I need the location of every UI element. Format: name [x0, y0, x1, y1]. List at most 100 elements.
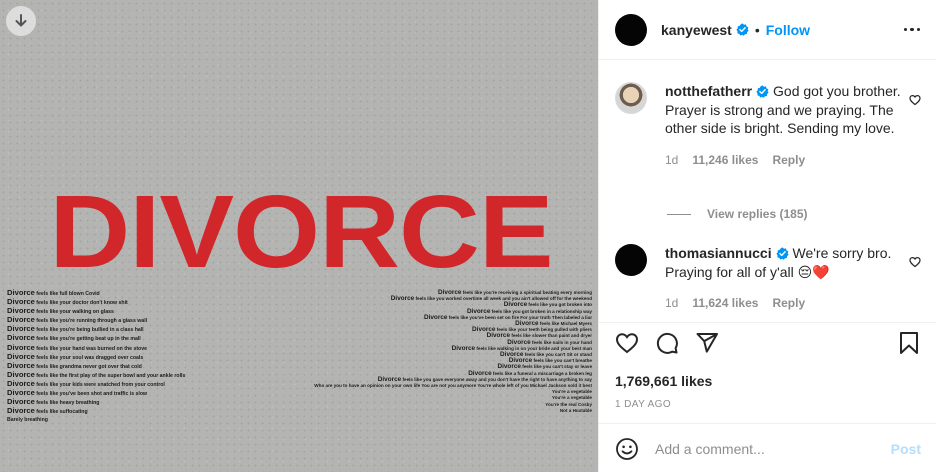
comment-time[interactable]: 1d — [665, 151, 678, 170]
post-author-username[interactable]: kanyewest — [661, 22, 732, 38]
poem-line-keyword: Divorce — [497, 363, 521, 371]
poem-line-text: feels like you've been shot and traffic … — [34, 391, 148, 398]
comment-username[interactable]: notthefatherr — [665, 83, 752, 99]
comment-item: thomasiannucci We're sorry bro. Praying … — [615, 244, 921, 313]
post-age[interactable]: 1 DAY AGO — [615, 399, 671, 410]
download-icon — [15, 14, 27, 27]
image-title: DIVORCE — [49, 174, 553, 290]
poem-line: Who are you to have an opinion on your o… — [274, 383, 592, 389]
poem-line-keyword: Divorce — [7, 324, 35, 334]
save-button[interactable] — [897, 331, 921, 355]
poem-line-keyword: Divorce — [507, 338, 531, 346]
avatar[interactable] — [615, 13, 647, 46]
comment-meta: 1d 11,246 likes Reply — [665, 151, 901, 170]
poem-line: Divorce feels like your walking on glass — [7, 307, 247, 316]
poem-line-text: You're a vegetable — [551, 389, 592, 395]
comment-item: notthefatherr God got you brother. Praye… — [615, 82, 921, 169]
comment-icon[interactable] — [655, 331, 679, 355]
action-icons — [615, 331, 719, 355]
poem-right-column: Divorce feels like you're receiving a sp… — [274, 289, 592, 414]
poem-line: Divorce feels like you're being bullied … — [7, 325, 247, 334]
poem-line-keyword: Divorce — [7, 378, 35, 388]
reply-button[interactable]: Reply — [772, 294, 805, 313]
verified-badge-icon — [756, 85, 769, 98]
poem-line: Divorce feels like you're running throug… — [7, 316, 247, 325]
more-options-icon[interactable] — [903, 27, 920, 32]
poem-line-keyword: Divorce — [468, 369, 492, 377]
comment-likes[interactable]: 11,246 likes — [692, 151, 758, 170]
comment-meta: 1d 11,624 likes Reply — [665, 294, 901, 313]
add-comment-input[interactable]: Add a comment... — [655, 441, 765, 457]
poem-line-text: feels like walking in on your bride and … — [475, 345, 592, 351]
poem-line-keyword: Divorce — [390, 295, 415, 303]
view-replies-label: View replies (185) — [707, 207, 808, 221]
poem-line-keyword: Divorce — [515, 320, 539, 328]
poem-line-text: feels like full blown Covid — [34, 291, 100, 297]
post-side-panel: kanyewest • Follow notthefatherr God got… — [598, 0, 936, 472]
poem-line-text: feels like your kids were snatched from … — [34, 381, 165, 388]
poem-line-text: You're the real Cosby — [545, 401, 592, 407]
poem-line: Divorce feels like you've been shot and … — [7, 388, 247, 398]
poem-left-column: Divorce feels like full blown Covid Divor… — [7, 288, 247, 424]
poem-line-text: feels like suffocating — [34, 409, 88, 416]
poem-line-keyword: Divorce — [7, 342, 35, 352]
poem-line-text: feels like your hand was burned on the s… — [34, 345, 147, 352]
comment-likes[interactable]: 11,624 likes — [692, 294, 758, 313]
poem-line-text: feels like you're receiving a spiritual … — [461, 290, 592, 295]
poem-line-keyword: Divorce — [423, 313, 448, 321]
follow-button[interactable]: Follow — [766, 22, 810, 38]
emoji-icon[interactable] — [615, 437, 639, 461]
avatar[interactable] — [615, 82, 647, 114]
post-image[interactable]: DIVORCE Divorce feels like full blown Co… — [0, 0, 598, 472]
poem-line-keyword: Divorce — [7, 360, 35, 370]
poem-line-text: feels like you're getting beat up in the… — [34, 336, 141, 343]
comment-body: thomasiannucci We're sorry bro. Praying … — [665, 244, 901, 313]
poem-line: Barely breathing — [7, 416, 247, 424]
poem-line-keyword: Divorce — [7, 288, 35, 297]
poem-line-text: feels like you can't breathe — [532, 358, 592, 364]
poem-line-text: feels like heavy breathing — [34, 400, 100, 407]
poem-line-text: Who are you to have an opinion on your o… — [314, 383, 592, 389]
view-replies-button[interactable]: View replies (185) — [667, 207, 808, 221]
poem-line-text: feels like nails in your hand — [530, 339, 592, 345]
poem-line-keyword: Divorce — [7, 388, 35, 398]
comment-time[interactable]: 1d — [665, 294, 678, 313]
post-comment-button[interactable]: Post — [891, 441, 921, 457]
comment-like-heart-icon[interactable] — [909, 256, 921, 268]
poem-line-keyword: Divorce — [7, 333, 35, 343]
poem-line-text: feels like you got broken in a relations… — [490, 308, 592, 314]
poem-line-keyword: Divorce — [7, 406, 35, 416]
poem-line: Divorce feels like your kids were snatch… — [7, 378, 247, 389]
verified-badge-icon — [776, 247, 789, 260]
poem-line-text: Not a Huxtable — [559, 407, 592, 413]
heart-icon[interactable] — [615, 331, 639, 355]
comment-like-heart-icon[interactable] — [909, 94, 921, 106]
poem-line-text: Barely breathing — [7, 417, 48, 424]
poem-line-text: feels like you can't Sit or stand — [523, 352, 592, 358]
poem-line-keyword: Divorce — [7, 306, 35, 316]
poem-line-keyword: Divorce — [503, 301, 528, 309]
poem-line: Divorce feels like your hand was burned … — [7, 342, 247, 353]
poem-line-keyword: Divorce — [7, 315, 35, 325]
poem-line-text: feels like a funeral a miscarriage a bro… — [491, 370, 592, 376]
comment-username[interactable]: thomasiannucci — [665, 245, 772, 261]
poem-line-keyword: Divorce — [377, 375, 402, 383]
poem-line-keyword: Divorce — [7, 397, 35, 407]
poem-line-text: feels like you're being bullied in a cla… — [34, 327, 144, 334]
likes-count[interactable]: 1,769,661 likes — [615, 373, 712, 389]
post-actions: 1,769,661 likes 1 DAY AGO Add a comment.… — [599, 322, 936, 472]
poem-line: Divorce feels like grandma never got ove… — [7, 360, 247, 371]
poem-line-keyword: Divorce — [7, 351, 35, 361]
poem-line: Divorce feels like suffocating — [7, 407, 247, 416]
download-button[interactable] — [6, 6, 36, 36]
poem-line-text: You're a vegetable — [551, 395, 592, 401]
comments-list: notthefatherr God got you brother. Praye… — [599, 60, 936, 322]
reply-button[interactable]: Reply — [772, 151, 805, 170]
poem-line: Divorce feels like your soul was dragged… — [7, 351, 247, 362]
share-icon[interactable] — [695, 331, 719, 355]
poem-line-keyword: Divorce — [466, 307, 491, 315]
poem-line-text: feels like you're running through a glas… — [34, 318, 148, 325]
poem-line-keyword: Divorce — [7, 297, 35, 307]
poem-line: Divorce feels like you're getting beat u… — [7, 334, 247, 343]
avatar[interactable] — [615, 244, 647, 276]
